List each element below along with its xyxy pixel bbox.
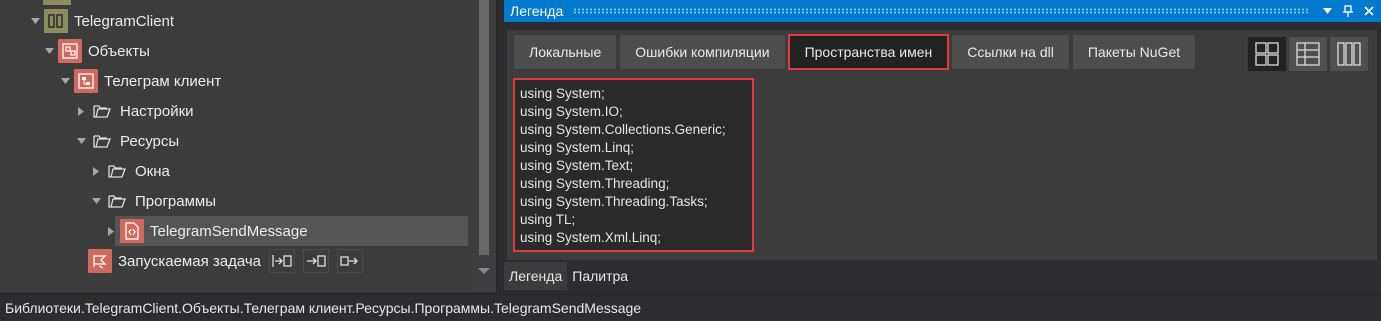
objects-icon (58, 39, 82, 63)
tab-compile-errors[interactable]: Ошибки компиляции (619, 34, 786, 70)
using-line: using System.Threading; (520, 176, 670, 191)
using-line: using TL; (520, 212, 576, 227)
tree-item-startup-task[interactable]: Запускаемая задача (88, 246, 364, 276)
scroll-down-icon[interactable] (478, 268, 490, 274)
namespaces-list[interactable]: using System; using System.IO; using Sys… (513, 78, 754, 252)
dropdown-icon[interactable] (1318, 2, 1336, 20)
collapsed-arrow-icon[interactable] (104, 224, 118, 238)
component-icon (74, 69, 98, 93)
tab-palette[interactable]: Палитра (567, 262, 633, 290)
using-line: using System.IO; (520, 104, 623, 119)
expanded-arrow-icon[interactable] (89, 194, 103, 208)
tree-item-label: Ресурсы (120, 132, 180, 150)
insert-after-icon[interactable] (337, 249, 364, 273)
grid-view-icon[interactable] (1247, 36, 1287, 72)
collapsed-arrow-icon[interactable] (74, 104, 88, 118)
pin-icon[interactable] (1339, 2, 1357, 20)
expanded-arrow-icon[interactable] (74, 134, 88, 148)
tree-item-label: Объекты (88, 42, 150, 60)
tree-item-objects[interactable]: Объекты (42, 36, 150, 66)
expanded-arrow-icon[interactable] (28, 14, 42, 28)
legend-content: Локальные Ошибки компиляции Пространства… (507, 30, 1377, 260)
tree-item-label: Окна (135, 162, 170, 180)
tree-item-windows[interactable]: Окна (89, 156, 170, 186)
panel-titlebar[interactable]: Легенда (504, 0, 1381, 22)
tree-item-label: Запускаемая задача (118, 252, 262, 270)
using-line: using System.Threading.Tasks; (520, 194, 708, 209)
close-icon[interactable] (1360, 2, 1378, 20)
folder-icon (105, 189, 129, 213)
collapsed-arrow-icon[interactable] (89, 164, 103, 178)
tree-item-telegramclient[interactable]: TelegramClient (28, 6, 174, 36)
insert-into-icon[interactable] (303, 249, 330, 273)
tree-item-label: Программы (135, 192, 217, 210)
tree-item-settings[interactable]: Настройки (74, 96, 194, 126)
using-line: using System.Text; (520, 158, 634, 173)
folder-icon (90, 99, 114, 123)
panel-title: Легенда (510, 3, 564, 19)
tree-item-telegram-client[interactable]: Телеграм клиент (58, 66, 221, 96)
folder-icon (105, 159, 129, 183)
using-line: using System.Linq; (520, 140, 635, 155)
tab-nuget-packages[interactable]: Пакеты NuGet (1071, 34, 1197, 70)
tab-legend[interactable]: Легенда (504, 262, 568, 290)
using-line: using System; (520, 86, 605, 101)
project-icon (44, 9, 68, 33)
using-line: using System.Collections.Generic; (520, 122, 726, 137)
startup-task-icon (88, 249, 112, 273)
status-bar: Библиотеки.TelegramClient.Объекты.Телегр… (0, 294, 1381, 321)
tab-namespaces[interactable]: Пространства имен (787, 34, 950, 70)
drag-grip[interactable] (573, 8, 1310, 14)
tab-locals[interactable]: Локальные (513, 34, 618, 70)
insert-before-icon[interactable] (269, 249, 296, 273)
expanded-arrow-icon[interactable] (58, 74, 72, 88)
project-tree: TelegramClient Объекты Телеграм клиент Н… (0, 0, 497, 292)
tree-item-resources[interactable]: Ресурсы (74, 126, 179, 156)
tab-dll-references[interactable]: Ссылки на dll (951, 34, 1070, 70)
using-line: using System.Xml.Linq; (520, 230, 662, 245)
tree-item-label: Настройки (120, 102, 194, 120)
legend-panel: Легенда Локальные Ошибки компиляции Прос… (504, 0, 1381, 292)
folder-icon (90, 129, 114, 153)
tree-item-label: Телеграм клиент (104, 72, 222, 90)
tree-item-telegramsendmessage[interactable]: TelegramSendMessage (104, 216, 308, 246)
tree-item-label: TelegramSendMessage (150, 222, 308, 240)
tree-item-label: TelegramClient (74, 12, 175, 30)
scrollbar-thumb[interactable] (479, 0, 489, 255)
status-path: Библиотеки.TelegramClient.Объекты.Телегр… (5, 300, 642, 316)
columns-view-icon[interactable] (1329, 36, 1369, 72)
legend-tabs: Локальные Ошибки компиляции Пространства… (513, 34, 1198, 72)
program-file-icon (120, 219, 144, 243)
view-mode-switcher (1246, 36, 1369, 72)
tree-item-programs[interactable]: Программы (89, 186, 216, 216)
tree-scrollbar[interactable] (472, 0, 496, 292)
table-view-icon[interactable] (1288, 36, 1328, 72)
library-icon-partial (43, 0, 71, 5)
bottom-tabs: Легенда Палитра (504, 262, 633, 290)
expanded-arrow-icon[interactable] (42, 44, 56, 58)
